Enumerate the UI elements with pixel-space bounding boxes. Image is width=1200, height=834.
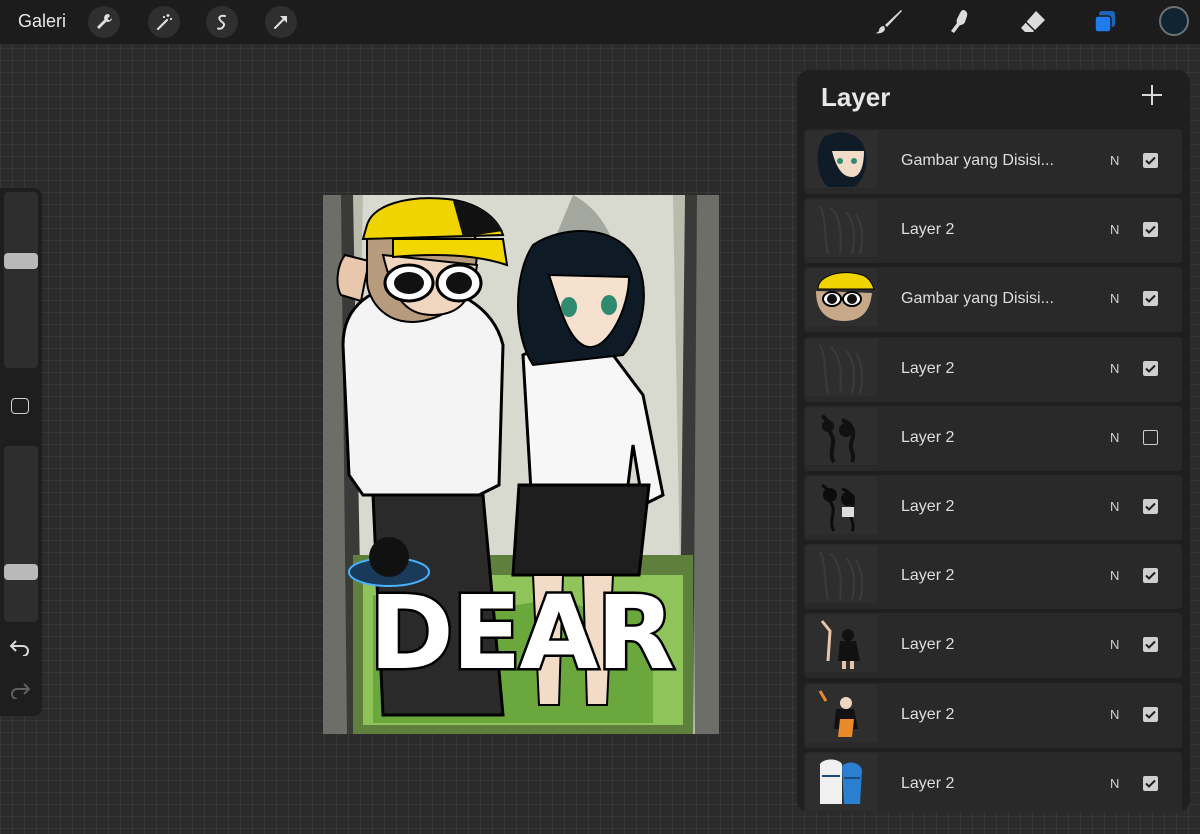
- layer-name: Gambar yang Disisi...: [901, 152, 1054, 169]
- layer-name: Layer 2: [901, 567, 955, 585]
- brush-size-slider[interactable]: [4, 192, 38, 368]
- layer-row[interactable]: Gambar yang Disisi... N: [804, 267, 1182, 333]
- wrench-icon[interactable]: [88, 6, 120, 38]
- layer-row[interactable]: Layer 2 N: [804, 475, 1182, 540]
- layer-row[interactable]: Gambar yang Disisi... N: [804, 129, 1182, 194]
- layer-thumbnail: [806, 753, 877, 811]
- layer-name: Layer 2: [901, 428, 955, 446]
- layer-thumbnail: [806, 338, 877, 396]
- blend-mode-button[interactable]: N: [1110, 613, 1119, 678]
- undo-icon[interactable]: [9, 638, 31, 661]
- layer-row[interactable]: Layer 2 N: [804, 682, 1182, 748]
- layer-thumbnail: [806, 477, 877, 534]
- blend-mode-button[interactable]: N: [1110, 475, 1119, 540]
- layer-name: Layer 2: [901, 221, 955, 239]
- layer-row[interactable]: Layer 2 N: [804, 613, 1182, 679]
- selection-icon[interactable]: [206, 6, 238, 38]
- magic-wand-icon[interactable]: [148, 6, 180, 38]
- visibility-checkbox[interactable]: [1143, 291, 1158, 307]
- layer-thumbnail: [806, 407, 877, 465]
- checkmark-icon: [1145, 710, 1156, 719]
- plus-icon[interactable]: [1140, 83, 1164, 107]
- layer-row[interactable]: Layer 2 N: [804, 751, 1182, 812]
- visibility-checkbox[interactable]: [1143, 222, 1158, 238]
- drawing-canvas[interactable]: DEAR: [323, 195, 719, 734]
- layer-thumbnail: [806, 546, 877, 604]
- layers-icon[interactable]: [1088, 6, 1122, 38]
- checkmark-icon: [1145, 571, 1156, 581]
- layer-thumbnail: [806, 615, 877, 673]
- color-picker-button[interactable]: [1159, 6, 1189, 36]
- visibility-checkbox[interactable]: [1143, 637, 1158, 653]
- dear-title-text: DEAR: [367, 574, 678, 693]
- blend-mode-button[interactable]: N: [1110, 337, 1119, 402]
- gallery-button[interactable]: Galeri: [18, 11, 66, 32]
- checkmark-icon: [1145, 295, 1156, 304]
- layer-row[interactable]: Layer 2 N: [804, 198, 1182, 264]
- layer-row[interactable]: Layer 2 N: [804, 336, 1182, 402]
- transform-arrow-icon[interactable]: [265, 6, 297, 38]
- visibility-checkbox[interactable]: [1143, 706, 1158, 722]
- visibility-checkbox[interactable]: [1143, 153, 1158, 168]
- visibility-checkbox[interactable]: [1143, 568, 1158, 584]
- layer-row[interactable]: Layer 2 N: [804, 544, 1182, 610]
- layer-thumbnail: [806, 131, 877, 188]
- layers-panel: Layer Gambar yang Disisi... N Layer 2 N Gamb…: [797, 70, 1190, 812]
- blend-mode-button[interactable]: N: [1110, 267, 1119, 332]
- checkmark-icon: [1145, 502, 1156, 511]
- left-sidebar: [0, 188, 42, 716]
- checkmark-icon: [1145, 156, 1156, 165]
- layer-name: Layer 2: [901, 705, 955, 723]
- visibility-checkbox[interactable]: [1143, 360, 1158, 376]
- layer-row[interactable]: Layer 2 N: [804, 405, 1182, 471]
- brush-icon[interactable]: [872, 6, 906, 38]
- layer-name: Layer 2: [901, 774, 955, 792]
- visibility-checkbox[interactable]: [1143, 429, 1158, 445]
- layer-thumbnail: [806, 200, 877, 258]
- checkmark-icon: [1145, 641, 1156, 650]
- eraser-icon[interactable]: [1016, 6, 1050, 38]
- redo-icon[interactable]: [9, 681, 31, 704]
- blend-mode-button[interactable]: N: [1110, 752, 1119, 812]
- blend-mode-button[interactable]: N: [1110, 129, 1119, 194]
- blend-mode-button[interactable]: N: [1110, 198, 1119, 263]
- blend-mode-button[interactable]: N: [1110, 406, 1119, 471]
- visibility-checkbox[interactable]: [1143, 775, 1158, 791]
- modify-button-icon[interactable]: [11, 398, 29, 414]
- checkmark-icon: [1145, 225, 1156, 235]
- opacity-slider[interactable]: [4, 446, 38, 622]
- top-toolbar: Galeri: [0, 0, 1200, 44]
- blend-mode-button[interactable]: N: [1110, 544, 1119, 609]
- brush-size-thumb[interactable]: [4, 252, 38, 269]
- blend-mode-button[interactable]: N: [1110, 683, 1119, 748]
- layer-thumbnail: [806, 684, 877, 742]
- layer-name: Layer 2: [901, 498, 955, 515]
- layer-name: Gambar yang Disisi...: [901, 290, 1054, 308]
- opacity-thumb[interactable]: [4, 564, 38, 581]
- checkmark-icon: [1145, 364, 1156, 373]
- layer-name: Layer 2: [901, 359, 955, 377]
- visibility-checkbox[interactable]: [1143, 499, 1158, 514]
- checkmark-icon: [1145, 779, 1156, 788]
- layer-name: Layer 2: [901, 636, 955, 654]
- layer-thumbnail: [806, 269, 877, 327]
- panel-title: Layer: [821, 82, 891, 112]
- smudge-icon[interactable]: [944, 6, 978, 38]
